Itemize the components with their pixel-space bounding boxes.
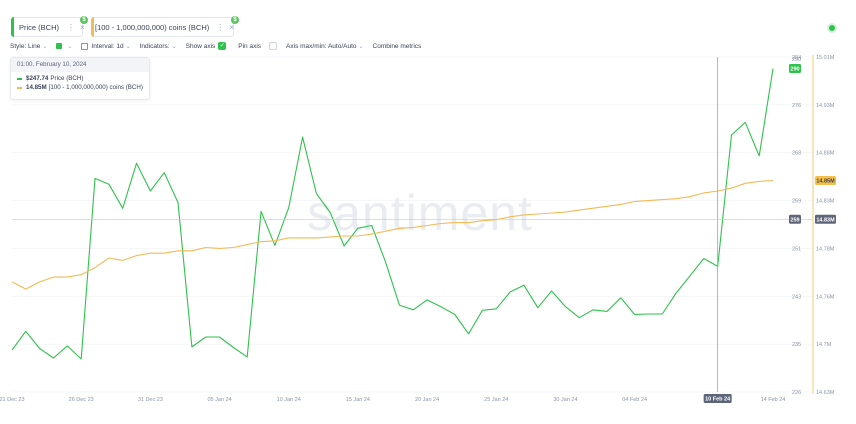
holders-axis-tick: 14.88M: [816, 151, 835, 157]
holders-axis-tick: 14.63M: [816, 390, 835, 396]
tooltip-row-holders: 14.85M [100 - 1,000,000,000) coins (BCH): [11, 83, 149, 92]
price-current-badge: 290: [790, 67, 799, 73]
x-axis-tick: 10 Jan 24: [277, 397, 301, 403]
santiment-watermark: santiment: [307, 185, 533, 241]
x-axis-tick: 05 Jan 24: [207, 397, 231, 403]
holders-hover-badge: 14.83M: [816, 217, 835, 223]
x-axis-tick: 30 Jan 24: [553, 397, 577, 403]
x-axis-tick: 25 Jan 24: [484, 397, 508, 403]
x-axis-tick: 04 Feb 24: [622, 397, 647, 403]
holders-axis-tick: 15.01M: [816, 55, 835, 61]
x-axis-tick: 14 Feb 24: [761, 397, 786, 403]
tooltip-date: 01:00, February 10, 2024: [11, 58, 149, 72]
price-hover-badge: 259: [790, 217, 799, 223]
holders-axis-tick: 14.78M: [816, 246, 835, 252]
tooltip-holders-label: [100 - 1,000,000,000) coins (BCH): [48, 84, 143, 91]
holders-current-badge: 14.85M: [816, 178, 835, 184]
tooltip-holders-value: 14.85M: [26, 84, 47, 91]
price-axis-tick: 251: [792, 246, 801, 252]
x-hover-badge: 10 Feb 24: [705, 397, 731, 403]
price-swatch: [17, 77, 22, 80]
tooltip-row-price: $247.74 Price (BCH): [11, 74, 149, 83]
x-axis-tick: 20 Jan 24: [415, 397, 439, 403]
tooltip-price-label: Price (BCH): [50, 75, 84, 82]
x-axis-tick: 31 Dec 23: [138, 397, 163, 403]
x-axis-tick: 21 Dec 23: [0, 397, 25, 403]
holders-axis-tick: 14.76M: [816, 294, 835, 300]
price-axis-tick: 235: [792, 342, 801, 348]
price-axis-tick: 243: [792, 294, 801, 300]
price-axis-tick: 226: [792, 390, 801, 396]
x-axis-tick: 26 Dec 23: [69, 397, 94, 403]
price-axis-tick: 276: [792, 103, 801, 109]
hover-tooltip: 01:00, February 10, 2024 $247.74 Price (…: [10, 57, 150, 100]
x-axis-tick: 15 Jan 24: [346, 397, 370, 403]
holders-swatch: [17, 86, 22, 89]
price-axis-tick: 290: [792, 57, 801, 63]
price-axis-tick: 259: [792, 199, 801, 205]
holders-axis-tick: 14.93M: [816, 103, 835, 109]
price-axis-tick: 268: [792, 151, 801, 157]
tooltip-price-value: $247.74: [26, 75, 49, 82]
holders-axis-tick: 14.7M: [816, 342, 832, 348]
holders-axis-tick: 14.83M: [816, 199, 835, 205]
